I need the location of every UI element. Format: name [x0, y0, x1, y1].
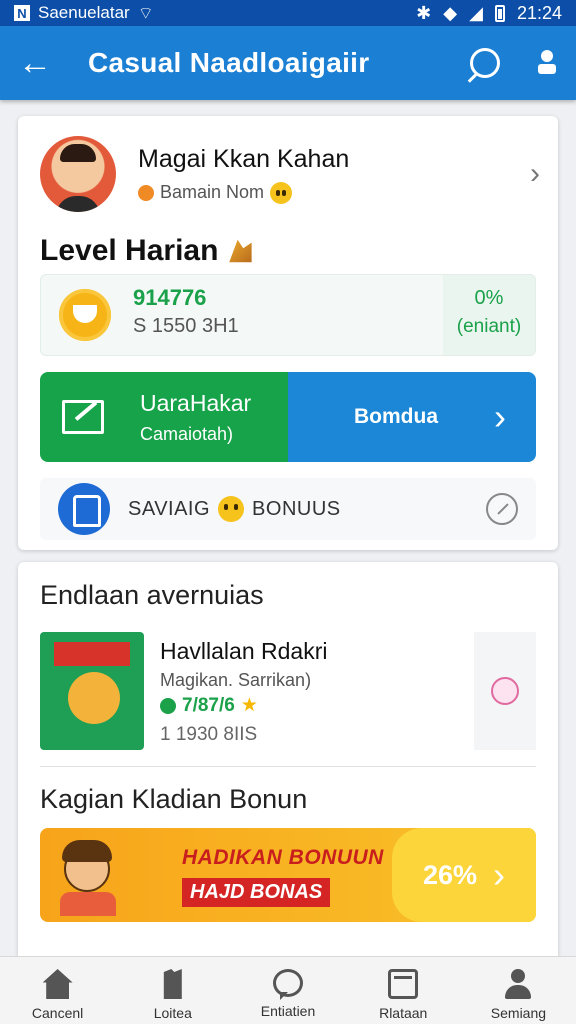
section-title-bonus: Kagian Kladian Bonun [40, 784, 308, 814]
nav-label: Semiang [490, 1005, 547, 1021]
list-item[interactable]: Havllalan Rdakri Magikan. Sarrikan) 7/87… [40, 632, 536, 752]
list-item-action[interactable] [474, 632, 536, 750]
battery-icon [494, 4, 505, 22]
list-item-title: Havllalan Rdakri [160, 638, 328, 664]
profile-row[interactable]: Magai Kkan Kahan Bamain Nom › [40, 134, 540, 214]
progress-icon [160, 697, 176, 714]
carrier-logo-icon: N [14, 5, 30, 21]
nav-label: Entiatien [260, 1003, 316, 1019]
bonus-button-label: Bomdua [354, 405, 438, 428]
home-icon [42, 969, 73, 999]
app-bar: ← Casual Naadloaigaiir [0, 26, 576, 100]
document-icon [163, 969, 182, 999]
saving-label: SAVIAIG [128, 497, 211, 520]
page-title: Casual Naadloaigaiir [88, 47, 370, 78]
emoji-face-icon [218, 496, 245, 522]
activities-card: Endlaan avernuias Havllalan Rdakri Magik… [18, 562, 558, 962]
stat-side-label: (eniant) [456, 316, 522, 337]
stat-detail: S 1550 3H1 [133, 315, 239, 337]
nav-item-calendar[interactable]: Rlataan [346, 957, 461, 1024]
promo-banner[interactable]: HADIKAN BONUUN HAJD BONAS 26% › [40, 828, 536, 922]
user-icon[interactable] [536, 48, 558, 78]
cta-title: UaraHakar [140, 390, 252, 416]
star-icon: ★ [240, 695, 258, 716]
nav-item-document[interactable]: Loitea [115, 957, 230, 1024]
bonus-cta-banner[interactable]: UaraHakar Camaiotah) Bomdua › [40, 372, 536, 462]
calendar-icon [388, 969, 419, 999]
nav-label: Rlataan [379, 1005, 428, 1021]
list-item-meta: 1 1930 8IIS [160, 724, 258, 745]
cell-signal-icon: ◢ [469, 2, 483, 23]
nav-label: Cancenl [31, 1005, 84, 1021]
trophy-icon [229, 239, 252, 263]
chat-icon [273, 969, 303, 997]
chevron-right-icon: › [494, 396, 506, 437]
nav-item-home[interactable]: Cancenl [0, 957, 115, 1024]
status-left: N Saenuelatar ⌔ [14, 3, 154, 24]
profile-icon [503, 969, 533, 999]
promo-action[interactable]: 26% › [392, 828, 536, 922]
nav-item-profile[interactable]: Semiang [461, 957, 576, 1024]
profile-subtitle-text: Bamain Nom [160, 182, 265, 202]
avatar [40, 136, 116, 212]
chevron-right-icon: › [493, 854, 506, 895]
status-time: 21:24 [516, 2, 562, 23]
nav-item-chat[interactable]: Entiatien [230, 957, 345, 1024]
level-title: Level Harian [40, 234, 219, 267]
saving-bonus-label: SAVIAIG BONUUS [128, 496, 341, 522]
face-icon [491, 677, 519, 705]
nav-label: Loitea [153, 1005, 192, 1021]
promo-title: HADIKAN BONUUN [182, 846, 384, 869]
home-badge-icon [58, 483, 110, 535]
wifi-icon: ⌔ [137, 3, 154, 23]
back-arrow-icon[interactable]: ← [18, 44, 62, 83]
daily-level-card: Magai Kkan Kahan Bamain Nom › Level Hari… [18, 116, 558, 550]
wifi-signal-icon: ◆ [443, 2, 458, 23]
profile-subtitle: Bamain Nom [138, 181, 349, 204]
profile-name: Magai Kkan Kahan [138, 144, 350, 173]
rating-value: 7/87/6 [182, 694, 235, 716]
status-right: ✱ ◆ ◢ 21:24 [416, 3, 562, 24]
saving-bonus-row[interactable]: SAVIAIG BONUUS [40, 478, 536, 540]
app-bar-actions [470, 48, 558, 78]
chevron-right-icon[interactable]: › [530, 157, 540, 191]
edit-note-icon [62, 400, 104, 434]
bluetooth-icon: ✱ [416, 2, 432, 23]
level-heading: Level Harian [40, 234, 254, 268]
character-hair [62, 840, 112, 862]
status-bar: N Saenuelatar ⌔ ✱ ◆ ◢ 21:24 [0, 0, 576, 26]
game-thumbnail [40, 632, 144, 750]
link-icon[interactable] [486, 493, 518, 525]
search-icon[interactable] [470, 48, 500, 78]
character-body [60, 892, 116, 916]
list-item-rating: 7/87/6 ★ [160, 694, 258, 717]
status-dot-icon [138, 184, 154, 201]
character-illustration [56, 836, 122, 916]
section-title: Endlaan avernuias [40, 580, 264, 610]
divider [40, 766, 536, 767]
profile-text: Magai Kkan Kahan Bamain Nom [138, 145, 349, 204]
bonus-label: BONUUS [252, 497, 341, 520]
stat-side-panel: 0% (eniant) [443, 275, 535, 355]
promo-subtitle: HAJD BONAS [182, 878, 331, 907]
bonus-button[interactable]: Bomdua › [288, 372, 536, 462]
list-item-subtitle: Magikan. Sarrikan) [160, 670, 312, 690]
emoji-face-icon [270, 181, 293, 204]
coin-icon [59, 289, 111, 341]
cta-left-panel: UaraHakar Camaiotah) [40, 372, 288, 462]
level-stat-box[interactable]: 914776 S 1550 3H1 0% (eniant) [40, 274, 536, 356]
promo-percent: 26% [422, 859, 478, 890]
stat-value: 914776 [133, 285, 207, 310]
cta-subtitle: Camaiotah) [140, 424, 234, 444]
stat-side-value: 0% [474, 287, 504, 309]
bottom-nav: Cancenl Loitea Entiatien Rlataan Semiang [0, 956, 576, 1024]
carrier-name: Saenuelatar [38, 3, 130, 22]
